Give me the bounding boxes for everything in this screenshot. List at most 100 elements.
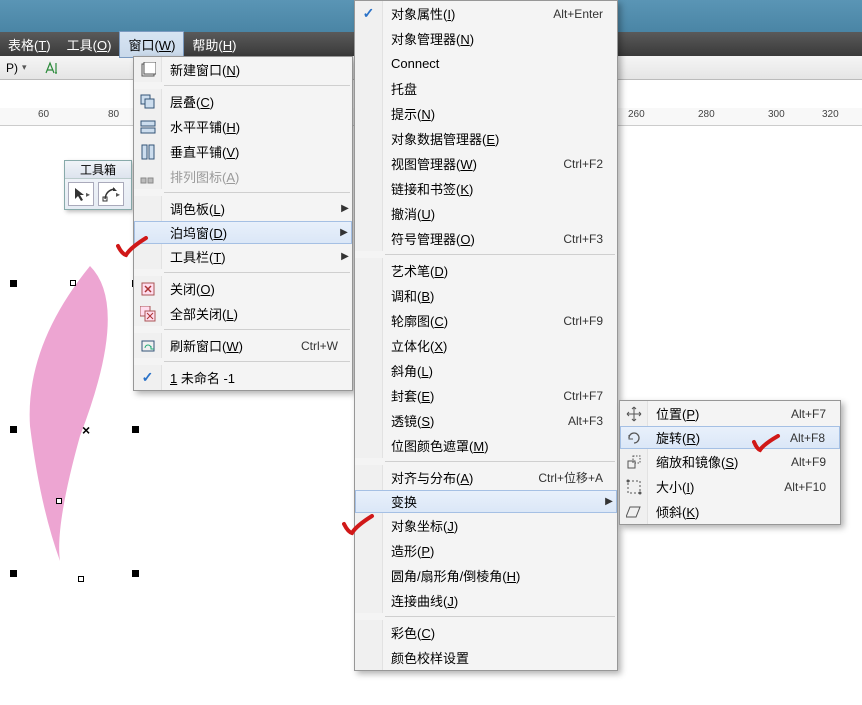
menubar-item[interactable]: 表格(T) (0, 32, 59, 57)
menu-item[interactable]: 撤消(U) (355, 201, 617, 226)
menu-item[interactable]: Connect (355, 51, 617, 76)
menubar-item[interactable]: 帮助(H) (184, 32, 244, 57)
menu-shortcut: Alt+F10 (784, 480, 840, 494)
menu-item-label: 垂直平铺(V) (162, 142, 338, 161)
menu-item[interactable]: 关闭(O) (134, 276, 352, 301)
menu-item-label: 关闭(O) (162, 279, 338, 298)
toolbar-dropdown-label[interactable]: P) (6, 61, 18, 75)
menu-item[interactable]: 层叠(C) (134, 89, 352, 114)
menu-item[interactable]: 透镜(S)Alt+F3 (355, 408, 617, 433)
selected-shape[interactable] (20, 266, 130, 566)
menu-item[interactable]: 对齐与分布(A)Ctrl+位移+A (355, 465, 617, 490)
blank-icon (355, 563, 383, 588)
menu-item[interactable]: 调和(B) (355, 283, 617, 308)
blank-icon (355, 151, 383, 176)
menu-item[interactable]: 调色板(L)▶ (134, 196, 352, 221)
menu-item[interactable]: 全部关闭(L) (134, 301, 352, 326)
menu-item[interactable]: 位图颜色遮罩(M) (355, 433, 617, 458)
selection-handle[interactable] (70, 280, 76, 286)
menu-item-label: 新建窗口(N) (162, 60, 338, 79)
submenu-arrow-icon: ▶ (338, 251, 352, 262)
menu-item[interactable]: 符号管理器(O)Ctrl+F3 (355, 226, 617, 251)
selection-handle[interactable] (132, 426, 139, 433)
menu-item-label: 位置(P) (648, 404, 791, 423)
ruler-tick: 260 (628, 109, 645, 120)
menu-shortcut: Ctrl+W (301, 339, 352, 353)
ruler-tick: 60 (38, 109, 49, 120)
menu-item[interactable]: 泊坞窗(D)▶ (134, 221, 352, 244)
menu-item[interactable]: 水平平铺(H) (134, 114, 352, 139)
selection-handle[interactable] (10, 426, 17, 433)
menu-item[interactable]: 刷新窗口(W)Ctrl+W (134, 333, 352, 358)
blank-icon (355, 513, 383, 538)
menu-item[interactable]: 造形(P) (355, 538, 617, 563)
menu-item-label: 对齐与分布(A) (383, 468, 538, 487)
menu-item[interactable]: ✓1 未命名 -1 (134, 365, 352, 390)
menu-item-label: 对象属性(I) (383, 4, 553, 23)
new-icon (134, 57, 162, 82)
menu-item[interactable]: 连接曲线(J) (355, 588, 617, 613)
menu-item[interactable]: 大小(I)Alt+F10 (620, 474, 840, 499)
blank-icon (355, 538, 383, 563)
menu-item[interactable]: 提示(N) (355, 101, 617, 126)
pick-tool[interactable]: ▸ (68, 182, 94, 206)
menu-item-label: 调和(B) (383, 286, 603, 305)
menu-item[interactable]: 对象坐标(J) (355, 513, 617, 538)
blank-icon (355, 333, 383, 358)
menu-item[interactable]: 缩放和镜像(S)Alt+F9 (620, 449, 840, 474)
toolbar-icon[interactable] (43, 59, 61, 77)
menu-shortcut: Alt+F9 (791, 455, 840, 469)
menu-item[interactable]: 排列图标(A) (134, 164, 352, 189)
menu-item[interactable]: 对象管理器(N) (355, 26, 617, 51)
menu-item[interactable]: 链接和书签(K) (355, 176, 617, 201)
refresh-icon (134, 333, 162, 358)
menu-item[interactable]: 视图管理器(W)Ctrl+F2 (355, 151, 617, 176)
selection-handle[interactable] (78, 576, 84, 582)
menu-item-label: 斜角(L) (383, 361, 603, 380)
menu-item-label: 全部关闭(L) (162, 304, 338, 323)
menu-item[interactable]: 旋转(R)Alt+F8 (620, 426, 840, 449)
selection-handle[interactable] (132, 570, 139, 577)
selection-handle[interactable] (56, 498, 62, 504)
close-icon (134, 276, 162, 301)
toolbox-panel[interactable]: 工具箱 ▸ ▸ (64, 160, 132, 210)
skew-icon (620, 499, 648, 524)
menu-item[interactable]: 新建窗口(N) (134, 57, 352, 82)
selection-handle[interactable] (10, 280, 17, 287)
menu-item[interactable]: ✓对象属性(I)Alt+Enter (355, 1, 617, 26)
menu-item-label: 撤消(U) (383, 204, 603, 223)
dropdown-arrow-icon[interactable]: ▾ (22, 62, 27, 73)
menu-item[interactable]: 工具栏(T)▶ (134, 244, 352, 269)
menu-item[interactable]: 颜色校样设置 (355, 645, 617, 670)
menu-item[interactable]: 位置(P)Alt+F7 (620, 401, 840, 426)
menubar-item[interactable]: 窗口(W) (119, 31, 184, 58)
blank-icon (134, 244, 162, 269)
shape-tool[interactable]: ▸ (98, 182, 124, 206)
menu-item-label: 变换 (383, 492, 602, 511)
menu-item-label: 提示(N) (383, 104, 603, 123)
menu-item[interactable]: 斜角(L) (355, 358, 617, 383)
blank-icon (355, 283, 383, 308)
menu-item[interactable]: 封套(E)Ctrl+F7 (355, 383, 617, 408)
transform-submenu: 位置(P)Alt+F7旋转(R)Alt+F8缩放和镜像(S)Alt+F9大小(I… (619, 400, 841, 525)
toolbox-title[interactable]: 工具箱 (65, 161, 131, 179)
blank-icon (355, 258, 383, 283)
menu-item[interactable]: 倾斜(K) (620, 499, 840, 524)
blank-icon (355, 620, 383, 645)
menu-shortcut: Ctrl+F7 (563, 389, 617, 403)
selection-handle[interactable] (10, 570, 17, 577)
menu-item[interactable]: 托盘 (355, 76, 617, 101)
menubar-item[interactable]: 工具(O) (59, 32, 120, 57)
menu-item[interactable]: 垂直平铺(V) (134, 139, 352, 164)
menu-item-label: 工具栏(T) (162, 247, 338, 266)
menu-item[interactable]: 彩色(C) (355, 620, 617, 645)
menu-shortcut: Ctrl+F3 (563, 232, 617, 246)
menu-item[interactable]: 对象数据管理器(E) (355, 126, 617, 151)
menu-item[interactable]: 艺术笔(D) (355, 258, 617, 283)
menu-item[interactable]: 变换▶ (355, 490, 617, 513)
menu-item[interactable]: 轮廓图(C)Ctrl+F9 (355, 308, 617, 333)
menu-item[interactable]: 圆角/扇形角/倒棱角(H) (355, 563, 617, 588)
menu-item[interactable]: 立体化(X) (355, 333, 617, 358)
ruler-tick: 280 (698, 109, 715, 120)
menu-item-label: 圆角/扇形角/倒棱角(H) (383, 566, 603, 585)
